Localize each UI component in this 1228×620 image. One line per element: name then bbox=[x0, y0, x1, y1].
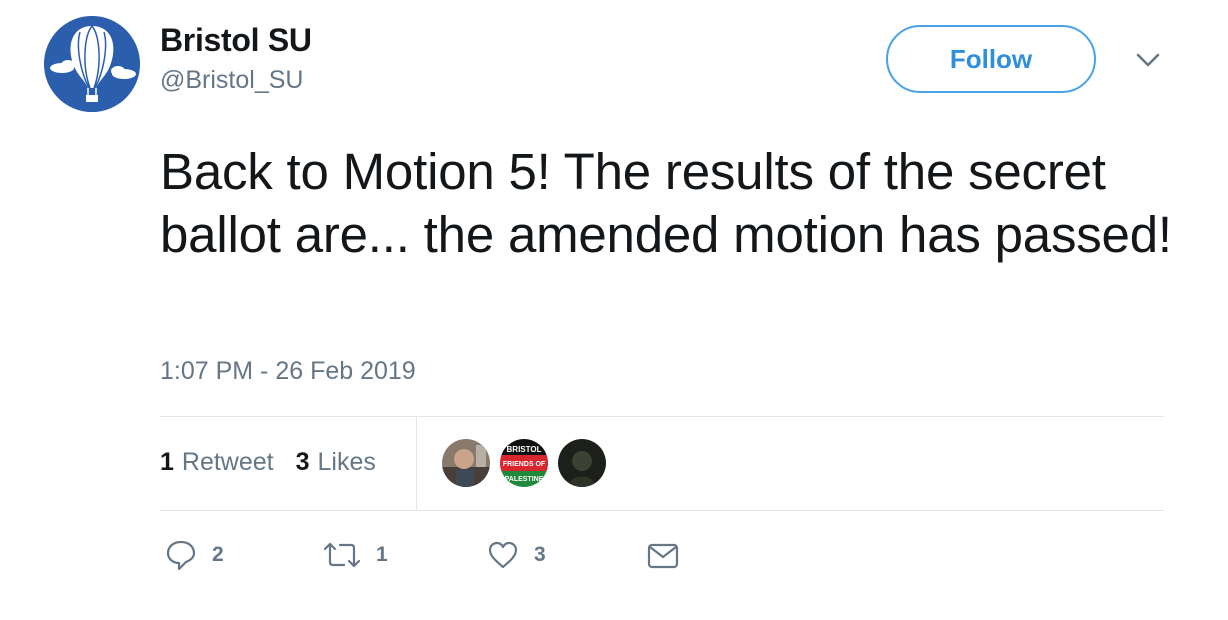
badge-line-1: BRISTOL bbox=[507, 445, 542, 454]
like-count: 3 bbox=[534, 543, 546, 566]
likes-stat-label: Likes bbox=[317, 448, 376, 476]
stats-divider bbox=[416, 416, 417, 510]
reply-button[interactable]: 2 bbox=[164, 538, 224, 572]
balloon-logo-icon bbox=[44, 16, 140, 112]
badge-line-2: FRIENDS OF bbox=[503, 461, 546, 468]
reply-count: 2 bbox=[212, 543, 224, 566]
reply-icon bbox=[166, 540, 196, 571]
tweet-text: Back to Motion 5! The results of the sec… bbox=[160, 143, 1172, 263]
chevron-down-icon bbox=[1136, 53, 1160, 67]
user-handle[interactable]: @Bristol_SU bbox=[160, 66, 303, 95]
heart-icon bbox=[488, 541, 518, 569]
liker-avatar[interactable] bbox=[442, 439, 490, 487]
liker-avatar[interactable] bbox=[558, 439, 606, 487]
retweet-icon bbox=[323, 542, 361, 568]
divider bbox=[160, 416, 1164, 417]
likes-stat-count: 3 bbox=[295, 448, 310, 476]
profile-avatar[interactable] bbox=[44, 16, 140, 112]
liker-avatar-bristol-friends-of-palestine[interactable]: BRISTOL FRIENDS OF PALESTINE bbox=[500, 439, 548, 487]
mail-icon bbox=[647, 543, 679, 569]
retweets-stat-count: 1 bbox=[160, 448, 174, 476]
liker-avatars: BRISTOL FRIENDS OF PALESTINE bbox=[442, 439, 606, 487]
tweet-stats: 1 Retweet 3 Likes bbox=[160, 448, 376, 477]
retweet-button[interactable]: 1 bbox=[322, 538, 388, 572]
direct-message-button[interactable] bbox=[646, 538, 680, 572]
retweet-count: 1 bbox=[376, 543, 388, 566]
badge-line-3: PALESTINE bbox=[505, 476, 544, 483]
more-menu-caret[interactable] bbox=[1134, 50, 1162, 70]
tweet-timestamp[interactable]: 1:07 PM - 26 Feb 2019 bbox=[160, 357, 416, 386]
likes-stat[interactable]: 3 Likes bbox=[296, 448, 376, 477]
retweets-stat[interactable]: 1 Retweet bbox=[160, 448, 274, 477]
like-button[interactable]: 3 bbox=[486, 538, 546, 572]
follow-button[interactable]: Follow bbox=[886, 25, 1096, 93]
retweets-stat-label: Retweet bbox=[181, 448, 274, 476]
divider bbox=[160, 510, 1164, 511]
display-name[interactable]: Bristol SU bbox=[160, 22, 312, 59]
